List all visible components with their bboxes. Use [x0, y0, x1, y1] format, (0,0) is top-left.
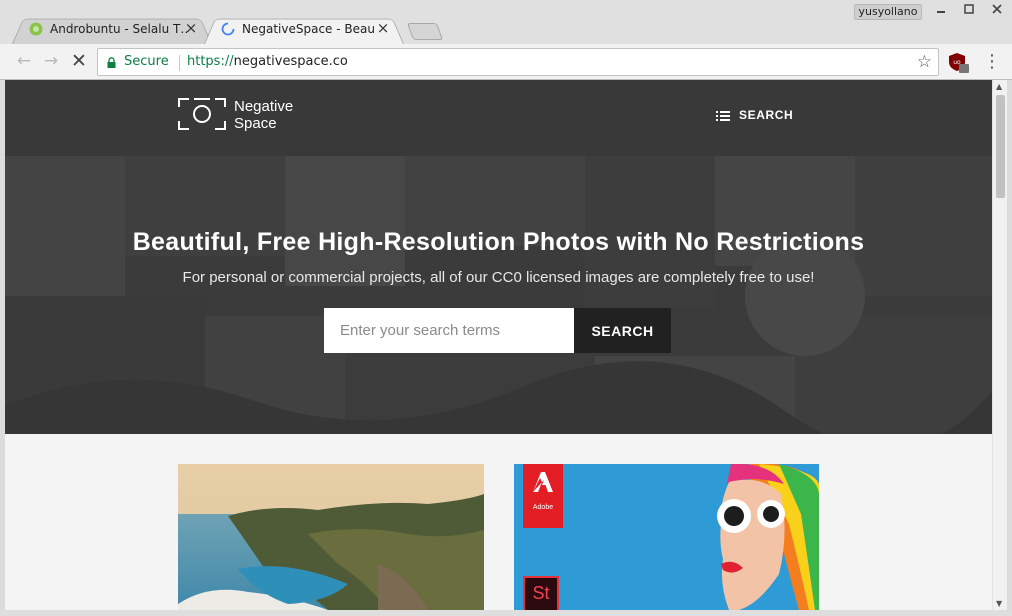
extension-badge — [959, 64, 969, 73]
site-header: Negative Space SEARCH — [5, 80, 992, 156]
page-viewport: Negative Space SEARCH Beautiful, Free Hi… — [5, 80, 992, 610]
nav-search-label: SEARCH — [739, 108, 794, 122]
scroll-down-arrow-icon[interactable]: ▼ — [996, 599, 1002, 608]
omnibox-divider — [179, 55, 180, 71]
tab-title: Androbuntu - Selalu T… — [50, 22, 188, 36]
tab-close-icon[interactable]: × — [184, 20, 198, 36]
close-icon[interactable] — [986, 3, 1008, 20]
list-menu-icon — [716, 111, 730, 121]
new-tab-button[interactable] — [406, 23, 444, 40]
hero-background-collage — [5, 156, 992, 434]
hero-section: Negative Space SEARCH Beautiful, Free Hi… — [5, 80, 992, 434]
title-bar: Androbuntu - Selalu T… × NegativeSpace -… — [0, 0, 1012, 44]
url-scheme: https:// — [187, 54, 234, 69]
maximize-icon[interactable] — [958, 3, 980, 20]
address-bar[interactable]: Secure https://negativespace.co ☆ — [97, 48, 939, 76]
browser-toolbar: ← → ✕ Secure https://negativespace.co ☆ … — [0, 44, 1012, 80]
back-arrow-icon[interactable]: ← — [13, 50, 35, 72]
forward-arrow-icon[interactable]: → — [40, 50, 62, 72]
vertical-scrollbar[interactable]: ▲ ▼ — [992, 80, 1007, 610]
profile-name-button[interactable]: yusyollano — [854, 4, 922, 20]
hero-title: Beautiful, Free High-Resolution Photos w… — [132, 228, 865, 256]
logo-line-1: Negative — [234, 98, 294, 115]
logo-line-2: Space — [234, 115, 277, 132]
search-button[interactable]: SEARCH — [574, 308, 671, 353]
adobe-logo: Adobe — [523, 464, 563, 528]
logo-wordmark: Negative Space — [234, 98, 293, 132]
adobe-stock-ad[interactable]: Adobe St — [514, 464, 819, 610]
stock-badge-label: St — [532, 583, 550, 603]
lock-icon — [107, 57, 116, 68]
scroll-thumb[interactable] — [996, 95, 1005, 198]
androbuntu-favicon-icon — [29, 22, 43, 36]
url-host: negativespace.co — [233, 54, 348, 69]
loading-spinner-icon — [221, 22, 235, 36]
kebab-menu-icon[interactable]: ⋮ — [983, 51, 1001, 73]
close-glyph — [992, 4, 1002, 14]
coastal-cliffs-image — [178, 464, 484, 610]
search-input[interactable] — [324, 308, 574, 353]
stop-loading-icon[interactable]: ✕ — [68, 50, 90, 72]
adobe-brand-label: Adobe — [532, 504, 554, 511]
woman-rainbow-hair-image — [717, 464, 819, 610]
window-bottom-edge — [0, 610, 1012, 616]
negativespace-logo[interactable]: Negative Space — [177, 97, 327, 135]
tab-negativespace[interactable]: NegativeSpace - Beau × — [204, 15, 404, 44]
scroll-up-arrow-icon[interactable]: ▲ — [996, 82, 1002, 91]
url-text[interactable]: https://negativespace.co — [187, 54, 348, 69]
tab-title: NegativeSpace - Beau — [242, 22, 375, 36]
coastal-cliffs-photo[interactable] — [178, 464, 484, 610]
tab-close-icon[interactable]: × — [376, 20, 390, 36]
minimize-icon[interactable] — [930, 3, 952, 20]
maximize-glyph — [964, 4, 974, 14]
hero-subtitle: For personal or commercial projects, all… — [182, 269, 815, 286]
tab-androbuntu[interactable]: Androbuntu - Selalu T… × — [12, 15, 212, 44]
secure-label: Secure — [124, 54, 169, 69]
camera-frame-icon — [178, 98, 226, 130]
star-icon[interactable]: ☆ — [917, 52, 932, 72]
adobe-a-icon — [533, 472, 553, 492]
new-tab-shape — [406, 23, 444, 40]
minimize-glyph — [937, 11, 945, 13]
adobe-stock-badge: St — [523, 576, 559, 610]
